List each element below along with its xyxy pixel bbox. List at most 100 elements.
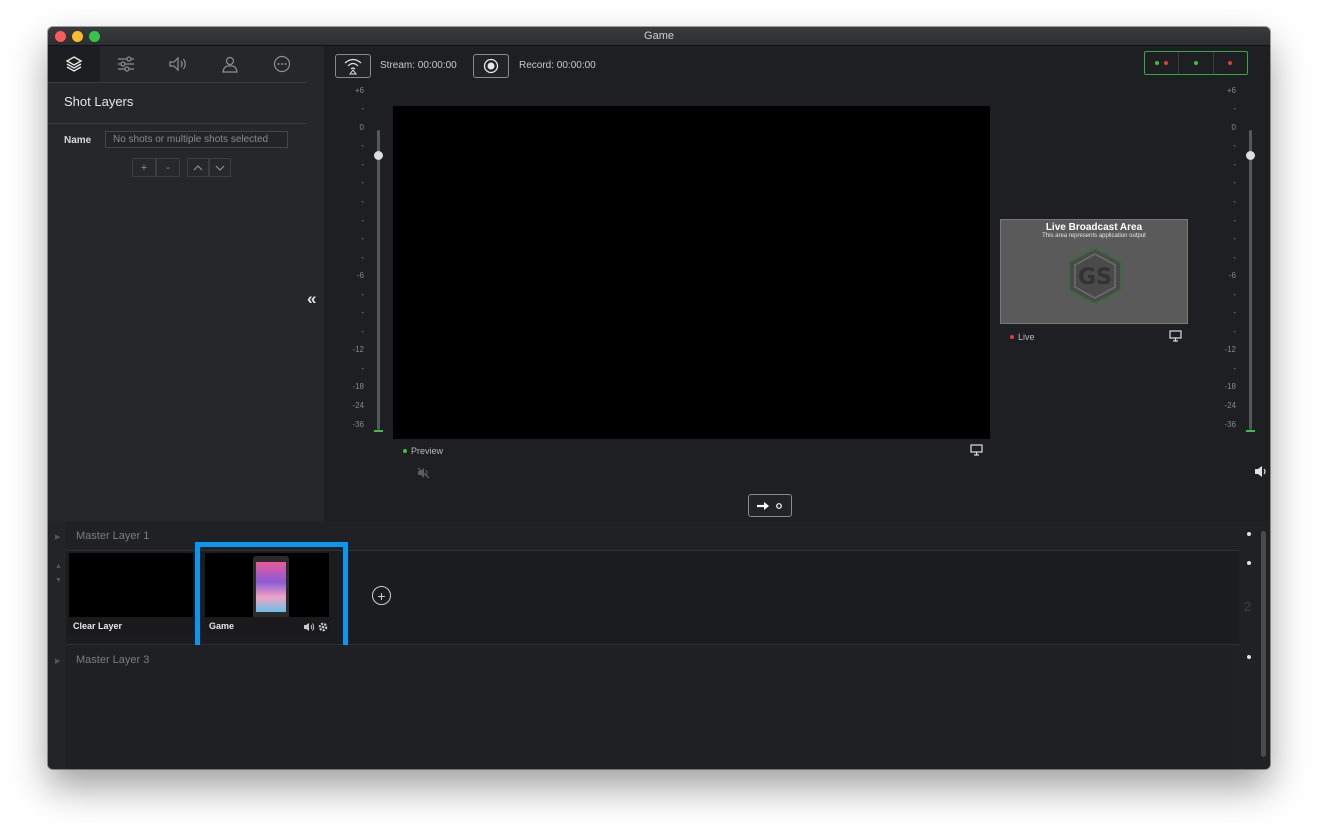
live-broadcast-area[interactable]: Live Broadcast Area This area represents… [1000, 219, 1188, 324]
broadcast-status-group [1144, 51, 1248, 75]
meter-tick: -24 [1224, 401, 1236, 410]
sliders-icon [118, 56, 134, 72]
volume-slider-knob[interactable] [1246, 151, 1255, 160]
chevron-up-icon [193, 164, 203, 170]
level-indicator [374, 430, 383, 432]
window-title: Game [644, 30, 674, 42]
shot-label: Clear Layer [69, 617, 193, 635]
remove-layer-button[interactable]: - [156, 158, 180, 177]
meter-tick: - [361, 234, 364, 243]
level-indicator [1246, 430, 1255, 432]
name-label: Name [64, 135, 92, 146]
monitor-icon[interactable] [1169, 330, 1182, 342]
svg-text:GS: GS [1078, 265, 1112, 290]
record-timer: Record: 00:00:00 [519, 60, 596, 71]
speaker-icon [169, 56, 186, 72]
meter-tick: - [1233, 308, 1236, 317]
preview-label: Preview [411, 446, 444, 456]
title-bar: Game [48, 27, 1270, 46]
meter-tick: - [1233, 327, 1236, 336]
mute-speaker-icon[interactable] [417, 467, 431, 479]
add-layer-button[interactable]: + [132, 158, 156, 177]
stream-button[interactable] [335, 54, 371, 78]
meter-tick: - [1233, 216, 1236, 225]
red-dot-icon [1010, 335, 1014, 339]
meter-tick: -12 [1224, 345, 1236, 354]
green-dot-icon [1155, 61, 1160, 65]
layer-rail: 2 [1239, 521, 1270, 769]
meter-tick: - [361, 178, 364, 187]
tab-settings[interactable] [100, 46, 152, 82]
tab-more[interactable] [256, 46, 308, 82]
live-label: Live [1018, 332, 1035, 342]
meter-tick: -24 [352, 401, 364, 410]
volume-slider-track[interactable] [377, 130, 380, 430]
layer-live-dot [1247, 532, 1251, 536]
meter-tick: 0 [359, 123, 364, 132]
live-audio-meter: +6 - 0 - - - - - - - -6 - - - -12 - -18 … [1208, 86, 1258, 446]
meter-tick: +6 [354, 86, 364, 95]
meter-tick: -6 [1228, 271, 1236, 280]
more-icon [273, 55, 291, 73]
layer-handle-strip: ▶ ▲ ▼ ▶ [48, 521, 66, 769]
meter-tick: - [361, 104, 364, 113]
panel-tab-bar [48, 46, 324, 82]
meter-tick: - [361, 253, 364, 262]
triangle-up-icon[interactable]: ▲ [55, 563, 62, 570]
move-down-button[interactable] [209, 158, 231, 177]
stream-status[interactable] [1179, 52, 1214, 74]
output-area: Stream: 00:00:00 Record: 00:00:00 +6 - 0… [324, 46, 1270, 521]
collapse-panel-button[interactable]: « [307, 289, 316, 309]
meter-tick: - [361, 364, 364, 373]
meter-tick: - [361, 308, 364, 317]
record-button[interactable] [473, 54, 509, 78]
meter-tick: +6 [1226, 86, 1236, 95]
meter-tick: - [1233, 104, 1236, 113]
meter-tick: - [361, 290, 364, 299]
layer-live-dot [1247, 561, 1251, 565]
meter-tick: -12 [352, 345, 364, 354]
monitor-icon[interactable] [970, 444, 983, 456]
meter-tick: -18 [1224, 382, 1236, 391]
panel-heading: Shot Layers [64, 94, 134, 109]
expand-layer1-icon[interactable]: ▶ [55, 533, 60, 541]
tab-people[interactable] [204, 46, 256, 82]
meter-tick: - [361, 216, 364, 225]
gs-logo-icon: GS [1068, 246, 1122, 306]
person-icon [222, 56, 238, 73]
record-icon [483, 58, 499, 74]
layer-title: Master Layer 3 [76, 654, 150, 666]
meter-tick: - [361, 160, 364, 169]
move-up-button[interactable] [187, 158, 209, 177]
preview-canvas[interactable] [393, 106, 990, 439]
chevron-down-icon [215, 165, 225, 171]
meter-tick: - [1233, 364, 1236, 373]
heading-divider [48, 123, 306, 124]
meter-tick: - [1233, 178, 1236, 187]
volume-slider-track[interactable] [1249, 130, 1252, 430]
tab-layers[interactable] [48, 46, 100, 82]
green-dot-icon [1193, 61, 1198, 65]
master-layer-3-row[interactable]: Master Layer 3 [66, 645, 1239, 769]
shot-layers-panel: Shot Layers Name No shots or multiple sh… [48, 46, 324, 521]
tab-audio[interactable] [152, 46, 204, 82]
add-shot-button[interactable]: + [372, 586, 391, 605]
volume-slider-knob[interactable] [374, 151, 383, 160]
layers-scrollbar[interactable] [1261, 531, 1266, 757]
speaker-icon[interactable] [1254, 465, 1269, 478]
live-area-subtitle: This area represents application output [1042, 233, 1146, 239]
transition-button[interactable] [748, 494, 792, 517]
stream-and-record-status[interactable] [1145, 52, 1180, 74]
meter-tick: -18 [352, 382, 364, 391]
meter-tick: - [1233, 197, 1236, 206]
meter-tick: - [361, 197, 364, 206]
red-dot-icon [1164, 61, 1169, 65]
shot-name-field[interactable]: No shots or multiple shots selected [105, 131, 288, 148]
arrow-right-icon [757, 501, 782, 510]
meter-tick: - [361, 141, 364, 150]
shot-clear-layer[interactable]: Clear Layer [69, 553, 193, 635]
record-status[interactable] [1214, 52, 1247, 74]
meter-tick: - [1233, 253, 1236, 262]
expand-layer3-icon[interactable]: ▶ [55, 657, 60, 665]
triangle-down-icon[interactable]: ▼ [55, 577, 62, 584]
